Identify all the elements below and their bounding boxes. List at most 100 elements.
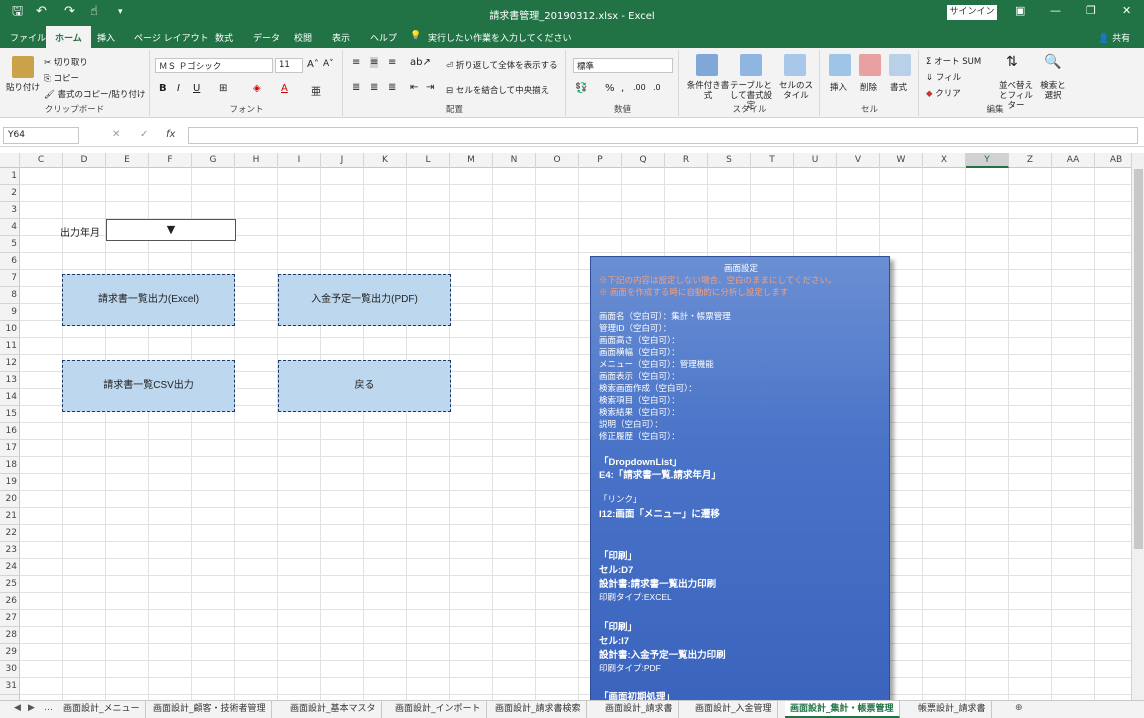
- row-header[interactable]: 5: [0, 236, 20, 253]
- align-right-icon[interactable]: ≣: [388, 82, 396, 93]
- wrap-text-button[interactable]: ⏎ 折り返して全体を表示する: [446, 59, 558, 71]
- align-left-icon[interactable]: ≣: [352, 82, 360, 93]
- row-header[interactable]: 7: [0, 270, 20, 287]
- row-header[interactable]: 4: [0, 219, 20, 236]
- percent-icon[interactable]: %: [605, 83, 615, 94]
- align-bottom-icon[interactable]: ≡: [388, 57, 396, 68]
- autosum-button[interactable]: Σ オート SUM: [926, 55, 981, 67]
- row-header[interactable]: 3: [0, 202, 20, 219]
- align-center-icon[interactable]: ≣: [370, 82, 378, 93]
- delete-cells-button[interactable]: 削除: [860, 81, 877, 93]
- vertical-scrollbar[interactable]: [1131, 153, 1144, 700]
- column-header[interactable]: P: [579, 153, 622, 168]
- column-header[interactable]: AB: [1095, 153, 1131, 168]
- row-header[interactable]: 17: [0, 440, 20, 457]
- sheet-tab[interactable]: 画面設計_インポート: [390, 701, 487, 718]
- column-header[interactable]: U: [794, 153, 837, 168]
- row-header[interactable]: 11: [0, 338, 20, 355]
- indent-increase-icon[interactable]: ⇥: [426, 82, 434, 93]
- cut-button[interactable]: ✂ 切り取り: [44, 56, 88, 68]
- share-button[interactable]: 👤 共有: [1098, 31, 1130, 44]
- column-header[interactable]: X: [923, 153, 966, 168]
- column-header[interactable]: M: [450, 153, 493, 168]
- find-select-button[interactable]: 検索と選択: [1038, 81, 1068, 101]
- column-header[interactable]: C: [20, 153, 63, 168]
- back-button[interactable]: 戻る: [278, 360, 451, 412]
- find-select-icon[interactable]: 🔍: [1044, 54, 1061, 70]
- row-header[interactable]: 15: [0, 406, 20, 423]
- row-header[interactable]: 9: [0, 304, 20, 321]
- restore-icon[interactable]: ❐: [1086, 4, 1096, 17]
- row-header[interactable]: 26: [0, 593, 20, 610]
- column-header[interactable]: E: [106, 153, 149, 168]
- name-box[interactable]: Y64: [3, 127, 79, 144]
- row-header[interactable]: 14: [0, 389, 20, 406]
- tab-insert[interactable]: 挿入: [97, 31, 115, 44]
- tab-page-layout[interactable]: ページ レイアウト: [134, 31, 209, 44]
- minimize-icon[interactable]: —: [1050, 4, 1061, 17]
- align-top-icon[interactable]: ≡: [352, 57, 360, 68]
- prev-sheet-icon[interactable]: ◀: [14, 703, 21, 713]
- column-header[interactable]: T: [751, 153, 794, 168]
- sort-filter-icon[interactable]: ⇅: [1006, 54, 1018, 70]
- conditional-format-button[interactable]: 条件付き書式: [686, 81, 730, 101]
- function-icon[interactable]: fx: [166, 129, 175, 140]
- sheet-tab[interactable]: 画面設計_請求書検索: [490, 701, 587, 718]
- phonetic-icon[interactable]: 亜: [311, 83, 321, 98]
- row-header[interactable]: 22: [0, 525, 20, 542]
- font-name-select[interactable]: ＭＳ Ｐゴシック: [155, 58, 273, 73]
- decrease-font-icon[interactable]: A˅: [323, 59, 334, 69]
- signin-button[interactable]: サインイン: [947, 5, 997, 20]
- row-header[interactable]: 2: [0, 185, 20, 202]
- row-header[interactable]: 29: [0, 644, 20, 661]
- scroll-thumb[interactable]: [1134, 169, 1143, 549]
- insert-cells-icon[interactable]: [829, 54, 851, 76]
- merge-center-button[interactable]: ⊟ セルを結合して中央揃え: [446, 84, 549, 96]
- indent-decrease-icon[interactable]: ⇤: [410, 82, 418, 93]
- column-header[interactable]: N: [493, 153, 536, 168]
- row-header[interactable]: 18: [0, 457, 20, 474]
- row-header[interactable]: 23: [0, 542, 20, 559]
- paste-button[interactable]: 貼り付け: [6, 81, 40, 93]
- decrease-decimal-icon[interactable]: .0: [653, 83, 661, 92]
- cancel-icon[interactable]: ✕: [112, 129, 120, 140]
- paste-icon[interactable]: [12, 56, 34, 78]
- sheet-tab[interactable]: 画面設計_メニュー: [58, 701, 146, 718]
- row-header[interactable]: 28: [0, 627, 20, 644]
- add-sheet-icon[interactable]: ⊕: [1015, 703, 1023, 713]
- row-header[interactable]: 13: [0, 372, 20, 389]
- cell-styles-button[interactable]: セルのスタイル: [776, 81, 816, 101]
- column-header[interactable]: AA: [1052, 153, 1095, 168]
- italic-icon[interactable]: I: [177, 83, 180, 94]
- row-header[interactable]: 21: [0, 508, 20, 525]
- select-all-corner[interactable]: [0, 153, 20, 168]
- sheet-tab[interactable]: 帳票設計_請求書: [913, 701, 992, 718]
- format-cells-icon[interactable]: [889, 54, 911, 76]
- column-header[interactable]: I: [278, 153, 321, 168]
- increase-font-icon[interactable]: A˄: [307, 59, 319, 70]
- sheet-tab[interactable]: 画面設計_入金管理: [690, 701, 778, 718]
- border-icon[interactable]: ⊞: [219, 83, 227, 94]
- column-header[interactable]: F: [149, 153, 192, 168]
- tab-help[interactable]: ヘルプ: [370, 31, 397, 44]
- invoice-csv-button[interactable]: 請求書一覧CSV出力: [62, 360, 235, 412]
- copy-button[interactable]: ⎘ コピー: [44, 72, 79, 84]
- tab-home[interactable]: ホーム: [46, 26, 91, 48]
- font-size-select[interactable]: 11: [275, 58, 303, 73]
- year-month-dropdown[interactable]: ▼: [106, 219, 236, 241]
- insert-cells-button[interactable]: 挿入: [830, 81, 847, 93]
- more-sheets-icon[interactable]: …: [44, 703, 53, 713]
- tab-file[interactable]: ファイル: [10, 31, 46, 44]
- tab-formulas[interactable]: 数式: [215, 31, 233, 44]
- row-header[interactable]: 12: [0, 355, 20, 372]
- sheet-tab[interactable]: 画面設計_集計・帳票管理: [785, 701, 900, 718]
- underline-icon[interactable]: U: [193, 83, 200, 94]
- column-header[interactable]: L: [407, 153, 450, 168]
- row-header[interactable]: 20: [0, 491, 20, 508]
- row-header[interactable]: 10: [0, 321, 20, 338]
- sheet-tab[interactable]: 画面設計_請求書: [600, 701, 679, 718]
- column-header[interactable]: K: [364, 153, 407, 168]
- format-painter-button[interactable]: 🖌 書式のコピー/貼り付け: [44, 88, 145, 100]
- column-header[interactable]: Q: [622, 153, 665, 168]
- delete-cells-icon[interactable]: [859, 54, 881, 76]
